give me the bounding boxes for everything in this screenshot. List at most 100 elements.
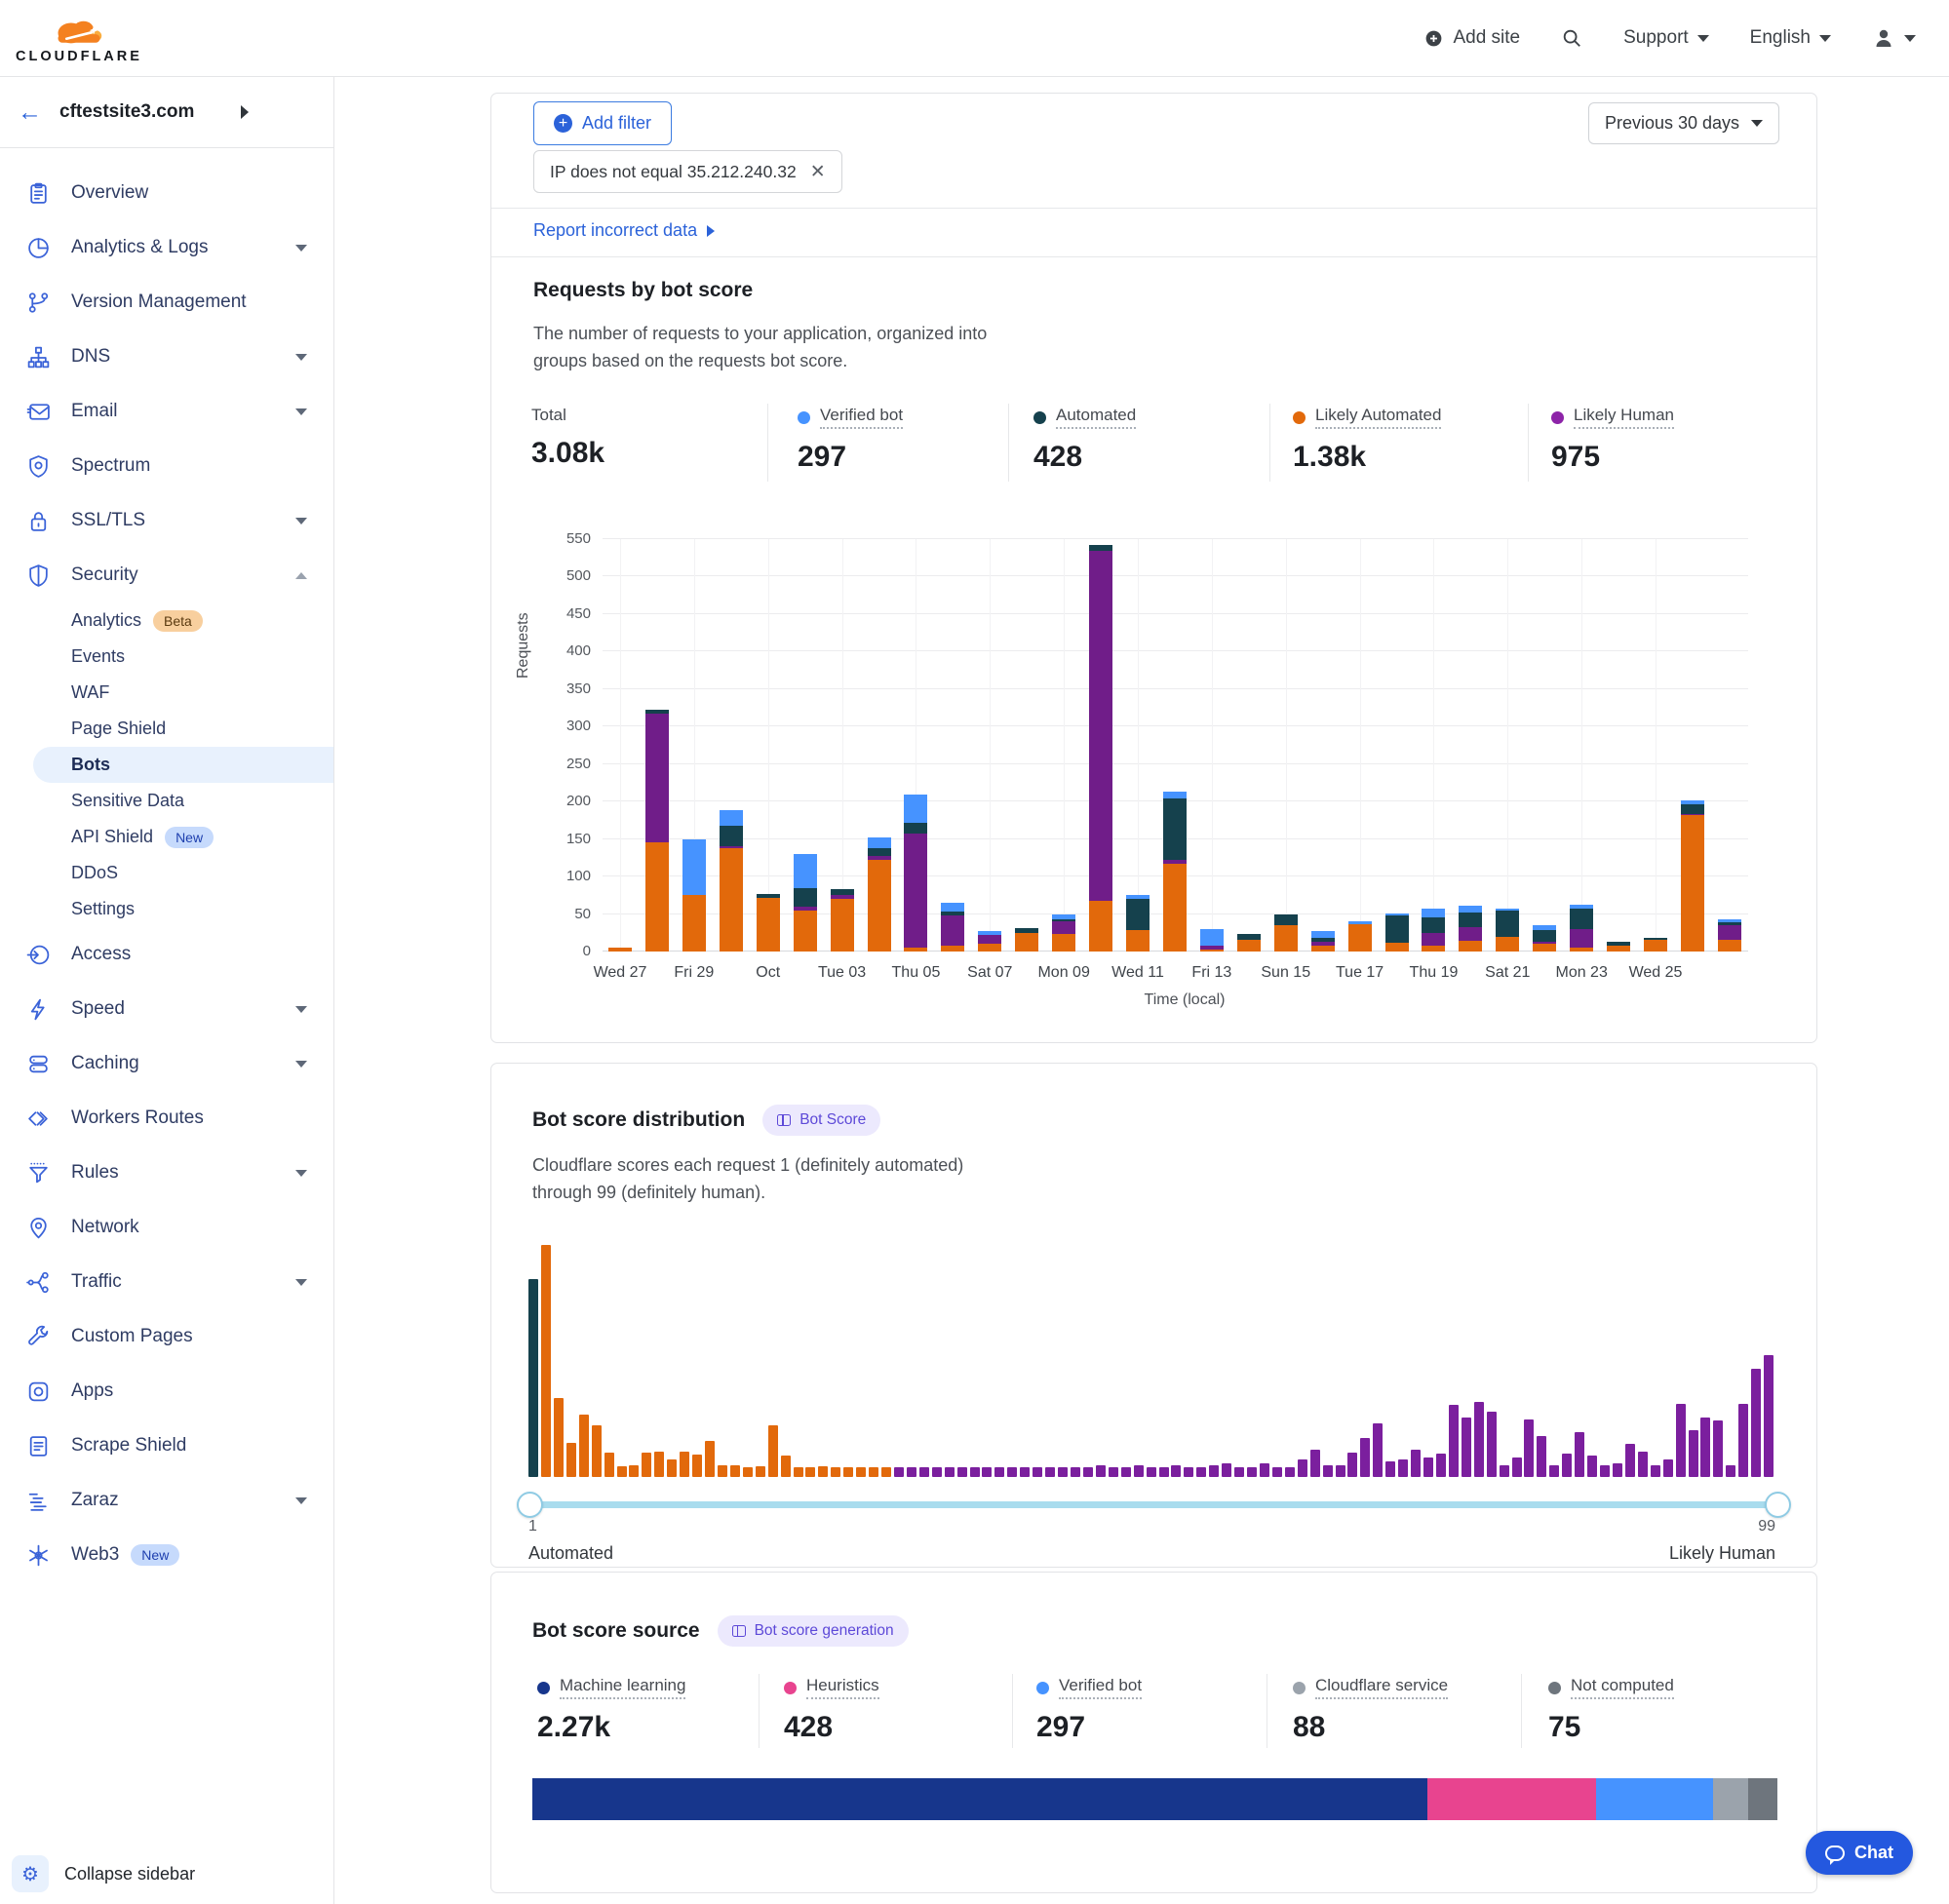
- requests-day-bar[interactable]: [1163, 792, 1187, 952]
- histogram-bar-score-5[interactable]: [579, 1415, 589, 1477]
- histogram-bar-score-88[interactable]: [1625, 1444, 1635, 1477]
- histogram-bar-score-31[interactable]: [907, 1467, 916, 1477]
- sidebar-item-analytics-logs[interactable]: Analytics & Logs: [0, 220, 333, 275]
- histogram-bar-score-44[interactable]: [1071, 1467, 1080, 1477]
- histogram-bar-score-46[interactable]: [1096, 1465, 1106, 1477]
- histogram-bar-score-75[interactable]: [1462, 1418, 1471, 1477]
- requests-day-bar[interactable]: [720, 810, 743, 952]
- histogram-bar-score-62[interactable]: [1298, 1459, 1307, 1477]
- sidebar-item-zaraz[interactable]: Zaraz: [0, 1473, 333, 1528]
- requests-day-bar[interactable]: [1052, 914, 1075, 952]
- histogram-bar-score-32[interactable]: [919, 1467, 929, 1477]
- stat-label[interactable]: Verified bot: [820, 406, 903, 429]
- histogram-bar-score-94[interactable]: [1700, 1418, 1710, 1477]
- histogram-bar-score-26[interactable]: [843, 1467, 853, 1477]
- sidebar-item-overview[interactable]: Overview: [0, 166, 333, 220]
- histogram-bar-score-7[interactable]: [604, 1453, 614, 1477]
- histogram-bar-score-18[interactable]: [743, 1467, 753, 1477]
- histogram-bar-score-79[interactable]: [1512, 1457, 1522, 1477]
- histogram-bar-score-45[interactable]: [1083, 1467, 1093, 1477]
- back-arrow-icon[interactable]: ←: [18, 100, 42, 125]
- requests-day-bar[interactable]: [1126, 895, 1150, 952]
- histogram-bar-score-99[interactable]: [1764, 1355, 1774, 1477]
- histogram-bar-score-71[interactable]: [1411, 1450, 1421, 1477]
- histogram-bar-score-35[interactable]: [957, 1467, 967, 1477]
- histogram-bar-score-86[interactable]: [1600, 1465, 1610, 1477]
- sidebar-item-workers-routes[interactable]: Workers Routes: [0, 1091, 333, 1146]
- sidebar-item-dns[interactable]: DNS: [0, 330, 333, 384]
- histogram-bar-score-21[interactable]: [781, 1456, 791, 1477]
- stat-label[interactable]: Not computed: [1571, 1676, 1674, 1699]
- sidebar-item-security[interactable]: Security: [0, 548, 333, 602]
- stat-label[interactable]: Automated: [1056, 406, 1136, 429]
- histogram-bar-score-13[interactable]: [680, 1452, 689, 1477]
- histogram-bar-score-83[interactable]: [1562, 1454, 1572, 1477]
- histogram-bar-score-33[interactable]: [932, 1467, 942, 1477]
- histogram-bar-score-57[interactable]: [1234, 1467, 1244, 1477]
- histogram-bar-score-85[interactable]: [1587, 1456, 1597, 1477]
- bot-score-badge[interactable]: Bot Score: [762, 1105, 880, 1136]
- histogram-bar-score-80[interactable]: [1524, 1419, 1534, 1478]
- histogram-bar-score-91[interactable]: [1663, 1459, 1673, 1477]
- requests-day-bar[interactable]: [1348, 921, 1372, 952]
- score-slider-track[interactable]: [528, 1501, 1779, 1508]
- requests-day-bar[interactable]: [1311, 931, 1335, 952]
- stat-label[interactable]: Machine learning: [560, 1676, 685, 1699]
- histogram-bar-score-65[interactable]: [1336, 1465, 1345, 1477]
- histogram-bar-score-34[interactable]: [945, 1467, 955, 1477]
- sidebar-item-events[interactable]: Events: [0, 639, 333, 675]
- histogram-bar-score-48[interactable]: [1121, 1467, 1131, 1477]
- histogram-bar-score-15[interactable]: [705, 1441, 715, 1477]
- report-incorrect-data-link[interactable]: Report incorrect data: [533, 220, 715, 241]
- sidebar-item-settings[interactable]: Settings: [0, 891, 333, 927]
- histogram-bar-score-36[interactable]: [970, 1467, 980, 1477]
- histogram-bar-score-47[interactable]: [1109, 1467, 1118, 1477]
- histogram-bar-score-37[interactable]: [982, 1467, 992, 1477]
- sidebar-item-speed[interactable]: Speed: [0, 982, 333, 1036]
- histogram-bar-score-43[interactable]: [1058, 1467, 1068, 1477]
- histogram-bar-score-29[interactable]: [881, 1467, 891, 1477]
- histogram-bar-score-24[interactable]: [818, 1466, 828, 1477]
- requests-day-bar[interactable]: [1459, 906, 1482, 952]
- sidebar-item-access[interactable]: Access: [0, 927, 333, 982]
- requests-day-bar[interactable]: [904, 795, 927, 952]
- histogram-bar-score-74[interactable]: [1449, 1405, 1459, 1477]
- requests-day-bar[interactable]: [682, 839, 706, 952]
- histogram-bar-score-93[interactable]: [1689, 1430, 1698, 1477]
- histogram-bar-score-60[interactable]: [1272, 1467, 1282, 1477]
- histogram-bar-score-28[interactable]: [869, 1467, 878, 1477]
- histogram-bar-score-49[interactable]: [1134, 1465, 1144, 1477]
- histogram-bar-score-63[interactable]: [1310, 1450, 1320, 1477]
- slider-handle-max[interactable]: [1765, 1492, 1791, 1518]
- histogram-bar-score-14[interactable]: [692, 1455, 702, 1477]
- requests-day-bar[interactable]: [1681, 800, 1704, 952]
- sidebar-item-sensitive-data[interactable]: Sensitive Data: [0, 783, 333, 819]
- histogram-bar-score-77[interactable]: [1487, 1412, 1497, 1477]
- site-selector[interactable]: ← cftestsite3.com: [0, 77, 333, 148]
- histogram-bar-score-89[interactable]: [1638, 1452, 1648, 1477]
- chevron-right-icon[interactable]: [241, 105, 249, 119]
- stat-label[interactable]: Cloudflare service: [1315, 1676, 1448, 1699]
- requests-day-bar[interactable]: [868, 837, 891, 952]
- histogram-bar-score-52[interactable]: [1171, 1465, 1181, 1477]
- requests-day-bar[interactable]: [941, 903, 964, 952]
- language-menu[interactable]: English: [1750, 27, 1831, 49]
- stat-label[interactable]: Heuristics: [806, 1676, 879, 1699]
- requests-day-bar[interactable]: [1385, 913, 1409, 952]
- requests-day-bar[interactable]: [794, 854, 817, 952]
- histogram-bar-score-84[interactable]: [1575, 1432, 1584, 1477]
- requests-day-bar[interactable]: [1274, 914, 1298, 952]
- histogram-bar-score-22[interactable]: [794, 1467, 803, 1477]
- histogram-bar-score-17[interactable]: [730, 1465, 740, 1477]
- add-site-button[interactable]: Add site: [1423, 27, 1520, 49]
- requests-day-bar[interactable]: [978, 931, 1001, 952]
- requests-day-bar[interactable]: [831, 889, 854, 952]
- requests-day-bar[interactable]: [1496, 909, 1519, 952]
- histogram-bar-score-25[interactable]: [831, 1467, 840, 1477]
- requests-day-bar[interactable]: [1570, 905, 1593, 952]
- histogram-bar-score-12[interactable]: [667, 1459, 677, 1477]
- histogram-bar-score-41[interactable]: [1033, 1467, 1042, 1477]
- histogram-bar-score-70[interactable]: [1398, 1459, 1408, 1477]
- requests-day-bar[interactable]: [1237, 934, 1261, 952]
- histogram-bar-score-97[interactable]: [1738, 1404, 1748, 1477]
